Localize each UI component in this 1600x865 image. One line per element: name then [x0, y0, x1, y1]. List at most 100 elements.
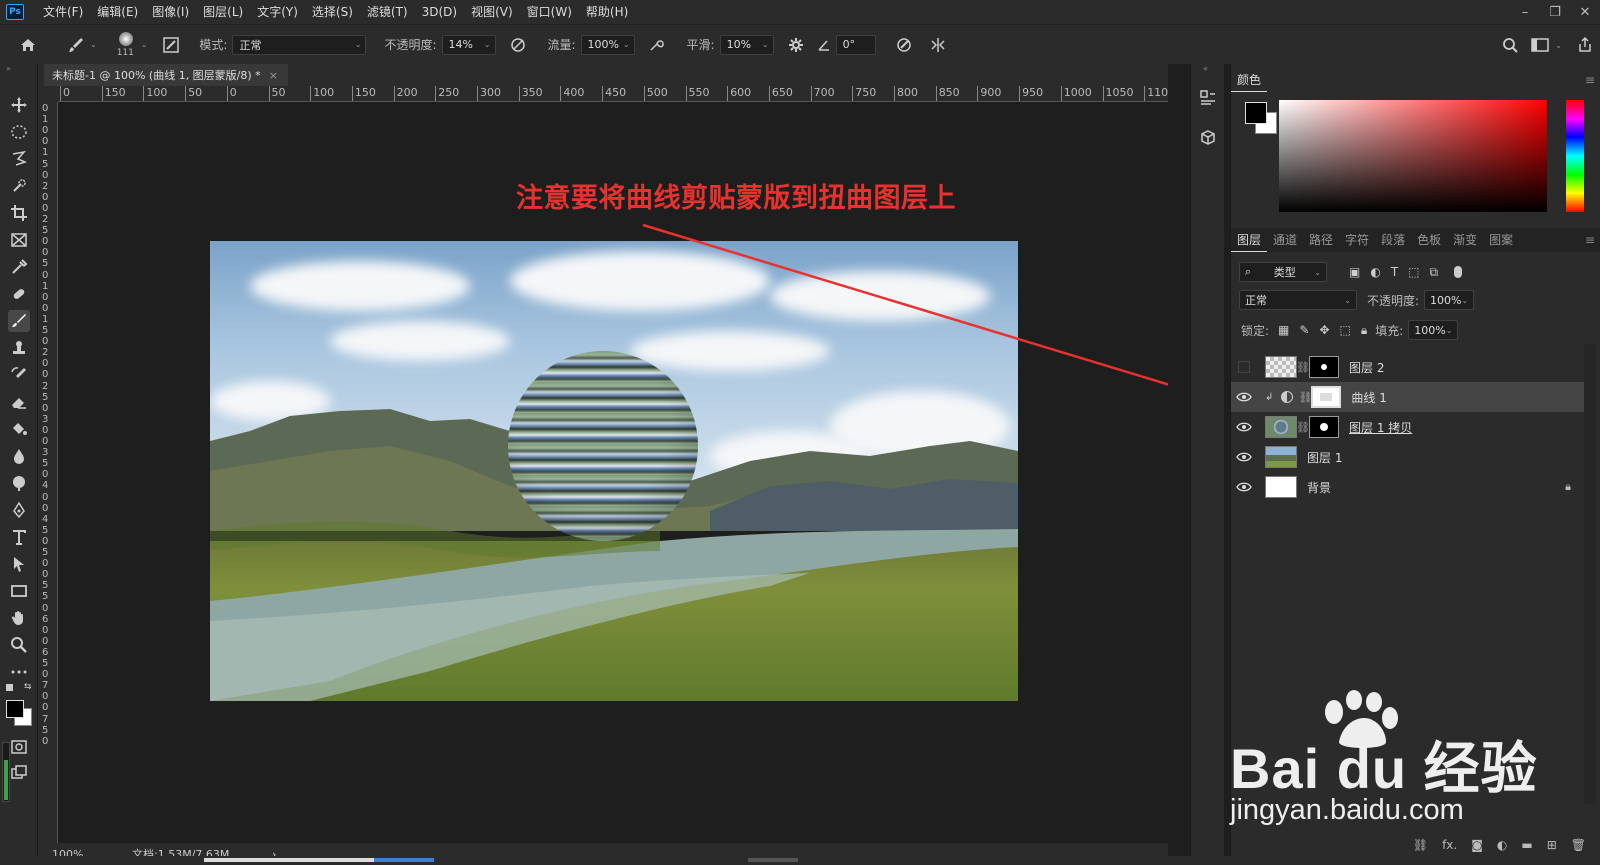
history-brush-tool-icon[interactable] — [8, 364, 30, 386]
eraser-tool-icon[interactable] — [8, 391, 30, 413]
layer-name[interactable]: 曲线 1 — [1351, 389, 1386, 406]
new-adjustment-layer-icon[interactable]: ◐ — [1497, 838, 1507, 852]
healing-brush-tool-icon[interactable] — [8, 283, 30, 305]
home-icon[interactable] — [14, 36, 42, 54]
filter-smart-object-icon[interactable]: ⧉ — [1430, 265, 1439, 280]
menu-select[interactable]: 选择(S) — [305, 0, 360, 24]
layer-name[interactable]: 背景 — [1307, 479, 1331, 496]
tab-channels[interactable]: 通道 — [1267, 228, 1303, 252]
menu-filter[interactable]: 滤镜(T) — [360, 0, 415, 24]
quick-select-tool-icon[interactable] — [8, 175, 30, 197]
type-tool-icon[interactable] — [8, 526, 30, 548]
eye-icon[interactable] — [1231, 392, 1257, 402]
layer-mask-thumbnail[interactable] — [1309, 416, 1339, 438]
opacity-input[interactable]: 14% ⌄ — [441, 34, 496, 55]
layer-row-background[interactable]: 背景 🔒︎ — [1231, 472, 1587, 502]
tab-paths[interactable]: 路径 — [1303, 228, 1339, 252]
layers-panel-menu-icon[interactable]: ≡ — [1585, 233, 1595, 247]
brush-settings-icon[interactable] — [159, 36, 183, 54]
smooth-input[interactable]: 10% ⌄ — [719, 34, 774, 55]
3d-panel-icon[interactable] — [1198, 128, 1218, 148]
delete-layer-icon[interactable]: 🗑︎ — [1571, 838, 1586, 852]
eyedropper-tool-icon[interactable] — [8, 256, 30, 278]
link-layers-icon[interactable]: ⛓ — [1413, 838, 1428, 852]
tab-gradients[interactable]: 渐变 — [1447, 228, 1483, 252]
document-tab[interactable]: 未标题-1 @ 100% (曲线 1, 图层蒙版/8) * × — [44, 64, 288, 86]
brush-tool-icon[interactable] — [8, 310, 30, 332]
paint-bucket-tool-icon[interactable] — [8, 418, 30, 440]
lock-all-icon[interactable]: 🔒︎ — [1361, 323, 1367, 338]
pen-tool-icon[interactable] — [8, 499, 30, 521]
menu-layer[interactable]: 图层(L) — [196, 0, 250, 24]
menu-help[interactable]: 帮助(H) — [579, 0, 635, 24]
panel-menu-icon[interactable]: ≡ — [1585, 73, 1595, 87]
curves-adjustment-icon[interactable] — [1281, 391, 1294, 403]
crop-tool-icon[interactable] — [8, 202, 30, 224]
color-swatches[interactable] — [4, 698, 34, 728]
layer-name[interactable]: 图层 2 — [1349, 359, 1384, 376]
fill-input[interactable]: 100% ⌄ — [1408, 320, 1459, 340]
pressure-opacity-icon[interactable] — [506, 36, 530, 54]
quick-mask-icon[interactable] — [8, 736, 30, 758]
color-picker-field[interactable] — [1279, 100, 1547, 212]
lock-transparent-icon[interactable]: ▦ — [1278, 323, 1289, 338]
layer-name[interactable]: 图层 1 拷贝 — [1349, 419, 1412, 436]
path-selection-tool-icon[interactable] — [8, 553, 30, 575]
share-icon[interactable] — [1570, 37, 1600, 53]
filter-toggle-icon[interactable] — [1454, 266, 1463, 278]
menu-type[interactable]: 文字(Y) — [250, 0, 305, 24]
visibility-toggle[interactable] — [1231, 361, 1257, 373]
foreground-color-swatch[interactable] — [1245, 102, 1267, 124]
hue-slider[interactable] — [1566, 100, 1584, 212]
layer-row-layer1[interactable]: 图层 1 — [1231, 442, 1587, 472]
flow-input[interactable]: 100% ⌄ — [580, 34, 635, 55]
blend-mode-select[interactable]: 正常 ⌄ — [1239, 290, 1357, 310]
color-panel-swatches[interactable] — [1245, 102, 1281, 138]
blur-tool-icon[interactable] — [8, 445, 30, 467]
filter-adjustment-icon[interactable]: ◐ — [1370, 265, 1380, 280]
filter-shape-icon[interactable]: ⬚ — [1408, 265, 1419, 280]
layer-filter-select[interactable]: ⌕ 类型 ⌄ — [1239, 262, 1327, 282]
eye-icon[interactable] — [1231, 422, 1257, 432]
rectangle-tool-icon[interactable] — [8, 580, 30, 602]
link-icon[interactable]: ⛓ — [1296, 361, 1310, 374]
tab-paragraph[interactable]: 段落 — [1375, 228, 1411, 252]
minimize-button[interactable]: – — [1510, 0, 1540, 24]
brush-preset-chevron-icon[interactable]: ⌄ — [90, 40, 97, 49]
brush-size-picker[interactable]: 111 — [113, 26, 141, 64]
menu-window[interactable]: 窗口(W) — [520, 0, 579, 24]
mode-select[interactable]: 正常 ⌄ — [232, 34, 367, 55]
filter-pixel-icon[interactable]: ▣ — [1349, 265, 1360, 280]
frame-tool-icon[interactable] — [8, 229, 30, 251]
lock-artboard-icon[interactable]: ⬚ — [1340, 323, 1351, 338]
layer-row-layer1-copy[interactable]: ⛓ 图层 1 拷贝 — [1231, 412, 1587, 442]
tab-swatches[interactable]: 色板 — [1411, 228, 1447, 252]
lock-pixels-icon[interactable]: ✎ — [1299, 323, 1309, 338]
collapse-dock-icon[interactable]: « — [1203, 64, 1208, 73]
link-icon[interactable]: ⛓ — [1296, 421, 1310, 434]
clone-stamp-tool-icon[interactable] — [8, 337, 30, 359]
symmetry-icon[interactable] — [926, 36, 950, 54]
more-tools-icon[interactable] — [8, 661, 30, 683]
menu-image[interactable]: 图像(I) — [145, 0, 196, 24]
new-layer-icon[interactable]: ⊞ — [1547, 838, 1557, 852]
ruler-origin[interactable] — [38, 86, 58, 102]
tab-layers[interactable]: 图层 — [1231, 228, 1268, 252]
layer-mask-thumbnail[interactable] — [1309, 356, 1339, 378]
move-tool-icon[interactable] — [8, 94, 30, 116]
menu-edit[interactable]: 编辑(E) — [90, 0, 145, 24]
menu-3d[interactable]: 3D(D) — [415, 0, 464, 24]
zoom-tool-icon[interactable] — [8, 634, 30, 656]
collapse-arrows-icon[interactable]: » — [6, 64, 11, 73]
eye-icon[interactable] — [1231, 482, 1257, 492]
eye-icon[interactable] — [1231, 452, 1257, 462]
filter-type-icon[interactable]: T — [1391, 265, 1398, 280]
layer-name[interactable]: 图层 1 — [1307, 449, 1342, 466]
search-icon[interactable] — [1495, 37, 1525, 53]
swap-colors-icon[interactable]: ⇆ — [4, 682, 34, 694]
layers-scrollbar[interactable] — [1584, 344, 1596, 804]
menu-file[interactable]: 文件(F) — [36, 0, 90, 24]
lock-position-icon[interactable]: ✥ — [1319, 323, 1329, 338]
add-mask-icon[interactable]: ◙ — [1471, 838, 1483, 852]
layer-style-icon[interactable]: fx. — [1442, 838, 1457, 852]
